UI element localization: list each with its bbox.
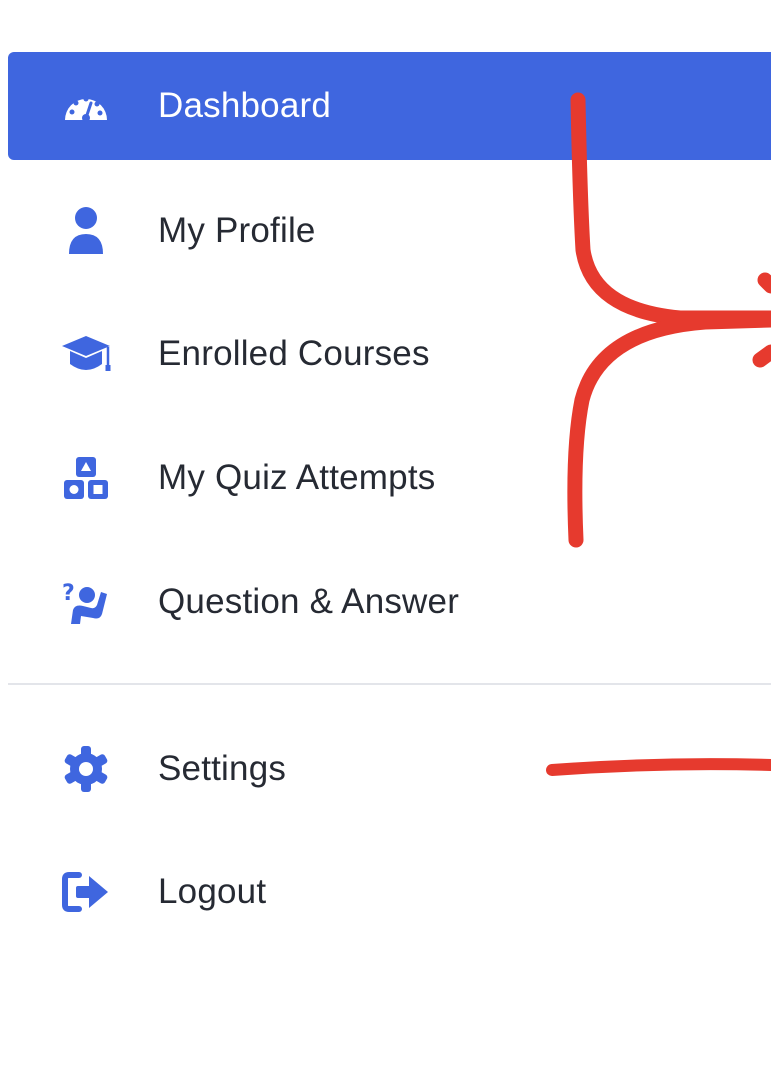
gear-icon [60,743,112,795]
logout-icon [60,866,112,918]
question-person-icon: ? [60,576,112,628]
sidebar-item-label: Logout [158,872,267,911]
quiz-shapes-icon [60,452,112,504]
dashboard-icon [60,80,112,132]
sidebar-item-dashboard[interactable]: Dashboard [8,52,771,160]
sidebar-item-label: My Profile [158,211,316,250]
sidebar-item-label: My Quiz Attempts [158,458,436,497]
sidebar-divider [8,683,771,685]
dashboard-sidebar-screenshot: Dashboard My Profile Enrolled Courses My… [0,0,771,1065]
sidebar-item-label: Settings [158,749,287,788]
sidebar-item-logout[interactable]: Logout [8,838,771,946]
sidebar-item-label: Question & Answer [158,582,460,621]
sidebar-item-my-quiz-attempts[interactable]: My Quiz Attempts [8,424,771,532]
user-icon [60,205,112,257]
sidebar-item-my-profile[interactable]: My Profile [8,177,771,285]
sidebar-item-enrolled-courses[interactable]: Enrolled Courses [8,300,771,408]
sidebar-item-question-answer[interactable]: ? Question & Answer [8,548,771,656]
svg-text:?: ? [62,581,75,606]
sidebar-item-label: Dashboard [158,86,332,125]
sidebar-item-label: Enrolled Courses [158,334,430,373]
sidebar-item-settings[interactable]: Settings [8,715,771,823]
graduation-cap-icon [60,328,112,380]
